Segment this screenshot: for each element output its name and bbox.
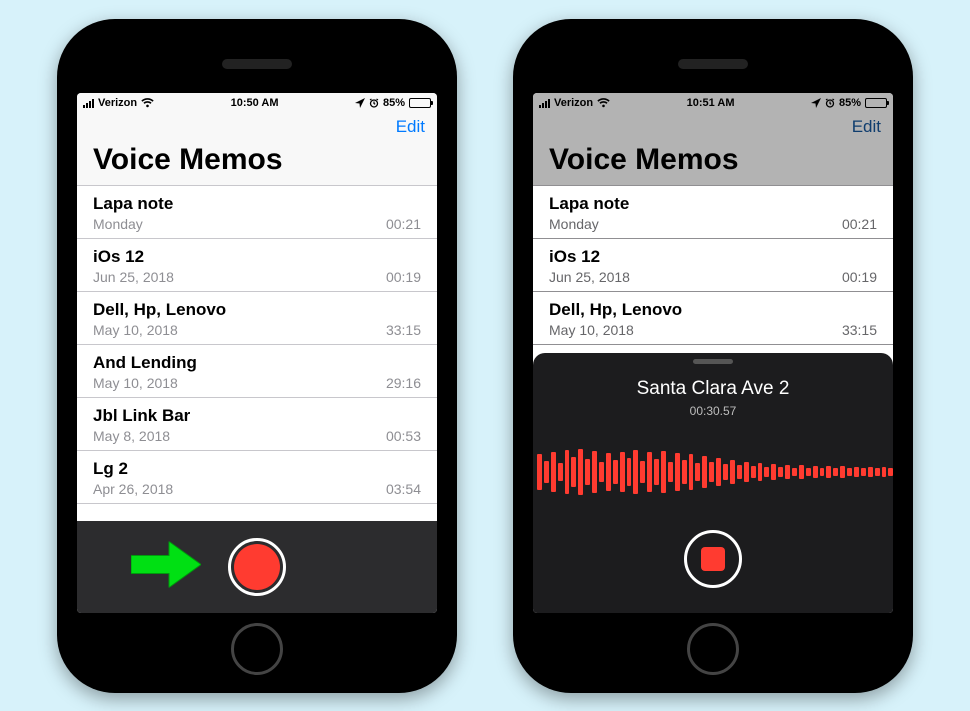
status-bar: Verizon 10:51 AM 85% <box>533 93 893 113</box>
memo-row[interactable]: Jbl Link Bar May 8, 2018 00:53 <box>77 398 437 451</box>
memo-duration: 00:19 <box>842 269 877 285</box>
waveform <box>533 444 893 500</box>
carrier-name: Verizon <box>554 97 593 109</box>
record-dot-icon <box>234 544 280 590</box>
memo-date: Apr 26, 2018 <box>93 481 173 497</box>
memo-name: Jbl Link Bar <box>93 406 421 426</box>
speaker-grill <box>678 59 748 69</box>
memo-row[interactable]: Lg 2 Apr 26, 2018 03:54 <box>77 451 437 504</box>
memo-name: Lapa note <box>549 194 877 214</box>
memo-duration: 03:54 <box>386 481 421 497</box>
memo-row[interactable]: And Lending May 10, 2018 29:16 <box>77 345 437 398</box>
stop-square-icon <box>701 547 725 571</box>
memo-date: Monday <box>93 216 143 232</box>
annotation-arrow-icon <box>131 541 201 592</box>
record-bar <box>77 521 437 613</box>
alarm-icon <box>825 98 835 108</box>
screen-left: Verizon 10:50 AM 85% Edit Voice Memos <box>77 93 437 613</box>
nav-bar: Edit <box>533 113 893 137</box>
memo-date: May 10, 2018 <box>549 322 634 338</box>
sheet-grabber[interactable] <box>693 359 733 364</box>
memo-date: Monday <box>549 216 599 232</box>
memo-row[interactable]: iOs 12 Jun 25, 2018 00:19 <box>533 239 893 292</box>
memo-duration: 00:21 <box>386 216 421 232</box>
recording-name: Santa Clara Ave 2 <box>637 378 790 400</box>
phone-right: Verizon 10:51 AM 85% Edit Voice Memos <box>513 19 913 693</box>
memo-row[interactable]: Dell, Hp, Lenovo May 10, 2018 33:15 <box>533 292 893 345</box>
nav-bar: Edit <box>77 113 437 137</box>
battery-icon <box>865 98 887 108</box>
memo-duration: 33:15 <box>842 322 877 338</box>
speaker-grill <box>222 59 292 69</box>
memo-name: Dell, Hp, Lenovo <box>549 300 877 320</box>
status-bar: Verizon 10:50 AM 85% <box>77 93 437 113</box>
memo-date: May 10, 2018 <box>93 375 178 391</box>
memo-row[interactable]: Dell, Hp, Lenovo May 10, 2018 33:15 <box>77 292 437 345</box>
memo-duration: 33:15 <box>386 322 421 338</box>
status-time: 10:51 AM <box>687 97 735 109</box>
page-title: Voice Memos <box>533 137 893 186</box>
memo-name: And Lending <box>93 353 421 373</box>
memo-duration: 29:16 <box>386 375 421 391</box>
battery-pct: 85% <box>383 97 405 109</box>
memo-name: iOs 12 <box>93 247 421 267</box>
carrier-name: Verizon <box>98 97 137 109</box>
battery-icon <box>409 98 431 108</box>
wifi-icon <box>597 98 610 108</box>
record-button[interactable] <box>228 538 286 596</box>
battery-pct: 85% <box>839 97 861 109</box>
location-icon <box>355 98 365 108</box>
home-button[interactable] <box>687 623 739 675</box>
edit-button[interactable]: Edit <box>396 117 425 137</box>
memo-duration: 00:53 <box>386 428 421 444</box>
memo-row[interactable]: iOs 12 Jun 25, 2018 00:19 <box>77 239 437 292</box>
stop-record-button[interactable] <box>684 530 742 588</box>
memo-row[interactable]: Lapa note Monday 00:21 <box>77 186 437 239</box>
wifi-icon <box>141 98 154 108</box>
memo-duration: 00:21 <box>842 216 877 232</box>
memo-date: May 10, 2018 <box>93 322 178 338</box>
memo-name: iOs 12 <box>549 247 877 267</box>
memo-date: Jun 25, 2018 <box>93 269 174 285</box>
memo-name: Lapa note <box>93 194 421 214</box>
memo-duration: 00:19 <box>386 269 421 285</box>
edit-button[interactable]: Edit <box>852 117 881 137</box>
status-time: 10:50 AM <box>231 97 279 109</box>
memo-name: Dell, Hp, Lenovo <box>93 300 421 320</box>
memo-list[interactable]: Lapa note Monday 00:21 iOs 12 Jun 25, 2018 00… <box>77 186 437 521</box>
alarm-icon <box>369 98 379 108</box>
memo-name: Lg 2 <box>93 459 421 479</box>
signal-bars-icon <box>539 98 550 108</box>
phone-left: Verizon 10:50 AM 85% Edit Voice Memos <box>57 19 457 693</box>
location-icon <box>811 98 821 108</box>
memo-date: Jun 25, 2018 <box>549 269 630 285</box>
screen-right: Verizon 10:51 AM 85% Edit Voice Memos <box>533 93 893 613</box>
recording-sheet[interactable]: Santa Clara Ave 2 00:30.57 <box>533 353 893 613</box>
home-button[interactable] <box>231 623 283 675</box>
page-title: Voice Memos <box>77 137 437 186</box>
memo-date: May 8, 2018 <box>93 428 170 444</box>
memo-row[interactable]: Lapa note Monday 00:21 <box>533 186 893 239</box>
signal-bars-icon <box>83 98 94 108</box>
recording-elapsed: 00:30.57 <box>690 404 737 418</box>
